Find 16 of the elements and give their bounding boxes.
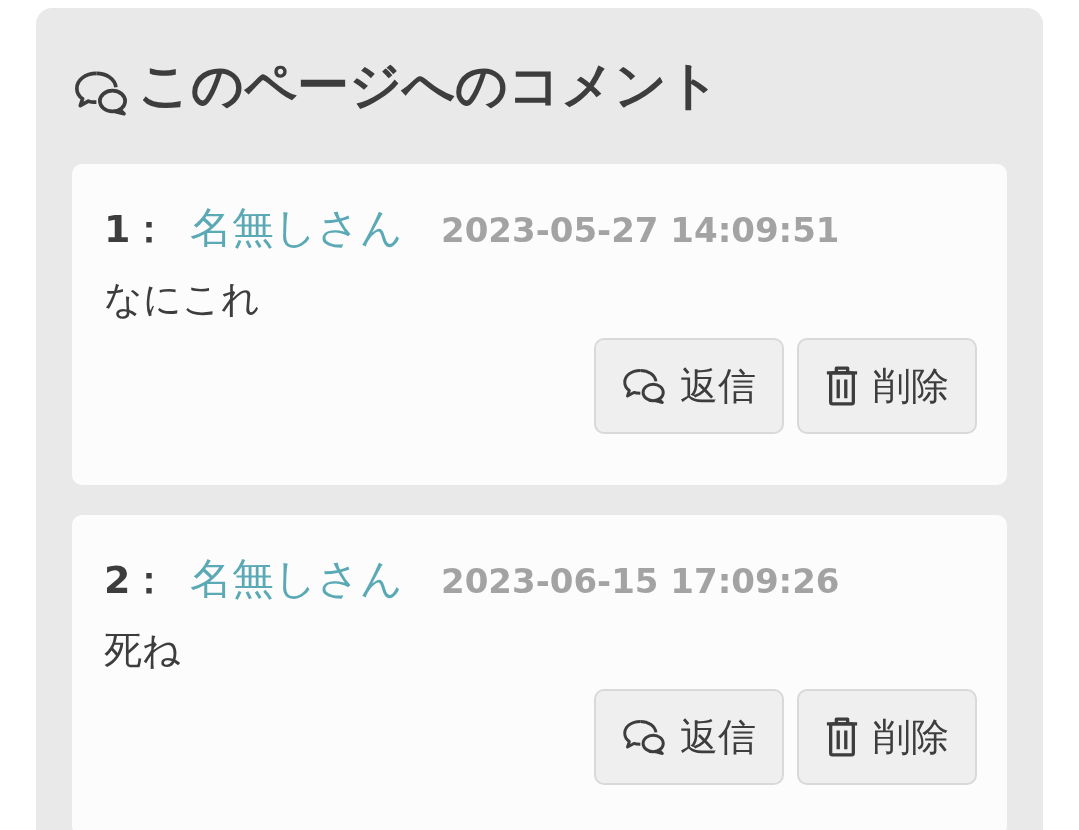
chat-icon	[622, 366, 666, 406]
delete-button[interactable]: 削除	[797, 338, 977, 434]
comment-text: 死ね	[104, 627, 182, 674]
comment-date: 2023-06-15 17:09:26	[441, 561, 840, 601]
delete-button[interactable]: 削除	[797, 689, 977, 785]
trash-icon	[825, 715, 859, 759]
comment-date: 2023-05-27 14:09:51	[441, 210, 840, 250]
reply-button[interactable]: 返信	[594, 338, 784, 434]
section-title: このページへのコメント	[138, 54, 720, 117]
comment-number: 1：	[104, 206, 170, 253]
trash-icon	[825, 364, 859, 408]
chat-icon	[622, 717, 666, 757]
reply-button[interactable]: 返信	[594, 689, 784, 785]
comment-number: 2：	[104, 557, 170, 604]
comment-text: なにこれ	[104, 276, 261, 323]
chat-icon	[72, 70, 130, 116]
